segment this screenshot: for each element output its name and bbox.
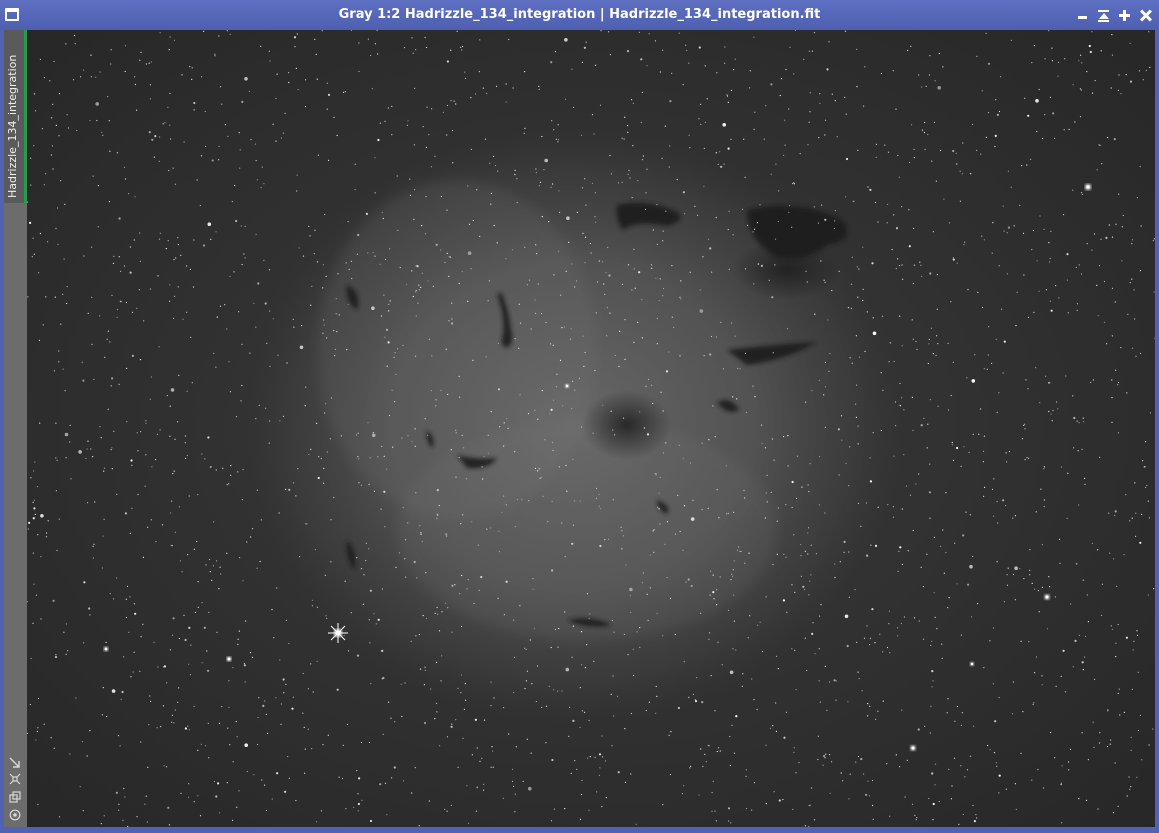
view-sidebar: Hadrizzle_134_integration [4,30,27,827]
image-window: Gray 1:2 Hadrizzle_134_integration | Had… [0,0,1159,833]
maximize-button[interactable] [1117,8,1133,24]
title-bar[interactable]: Gray 1:2 Hadrizzle_134_integration | Had… [0,0,1159,30]
window-title: Gray 1:2 Hadrizzle_134_integration | Had… [338,7,821,22]
image-canvas[interactable] [27,30,1155,827]
clone-view-icon[interactable] [9,791,21,803]
view-tab[interactable]: Hadrizzle_134_integration [4,30,27,203]
fit-view-icon[interactable] [9,773,21,785]
arrow-diagonal-icon[interactable] [9,757,21,769]
minimize-button[interactable] [1075,8,1091,24]
close-button[interactable] [1138,8,1154,24]
nebula-image [27,30,1155,827]
target-icon[interactable] [9,809,21,821]
view-tab-label: Hadrizzle_134_integration [6,54,19,198]
shade-button[interactable] [1096,8,1112,24]
